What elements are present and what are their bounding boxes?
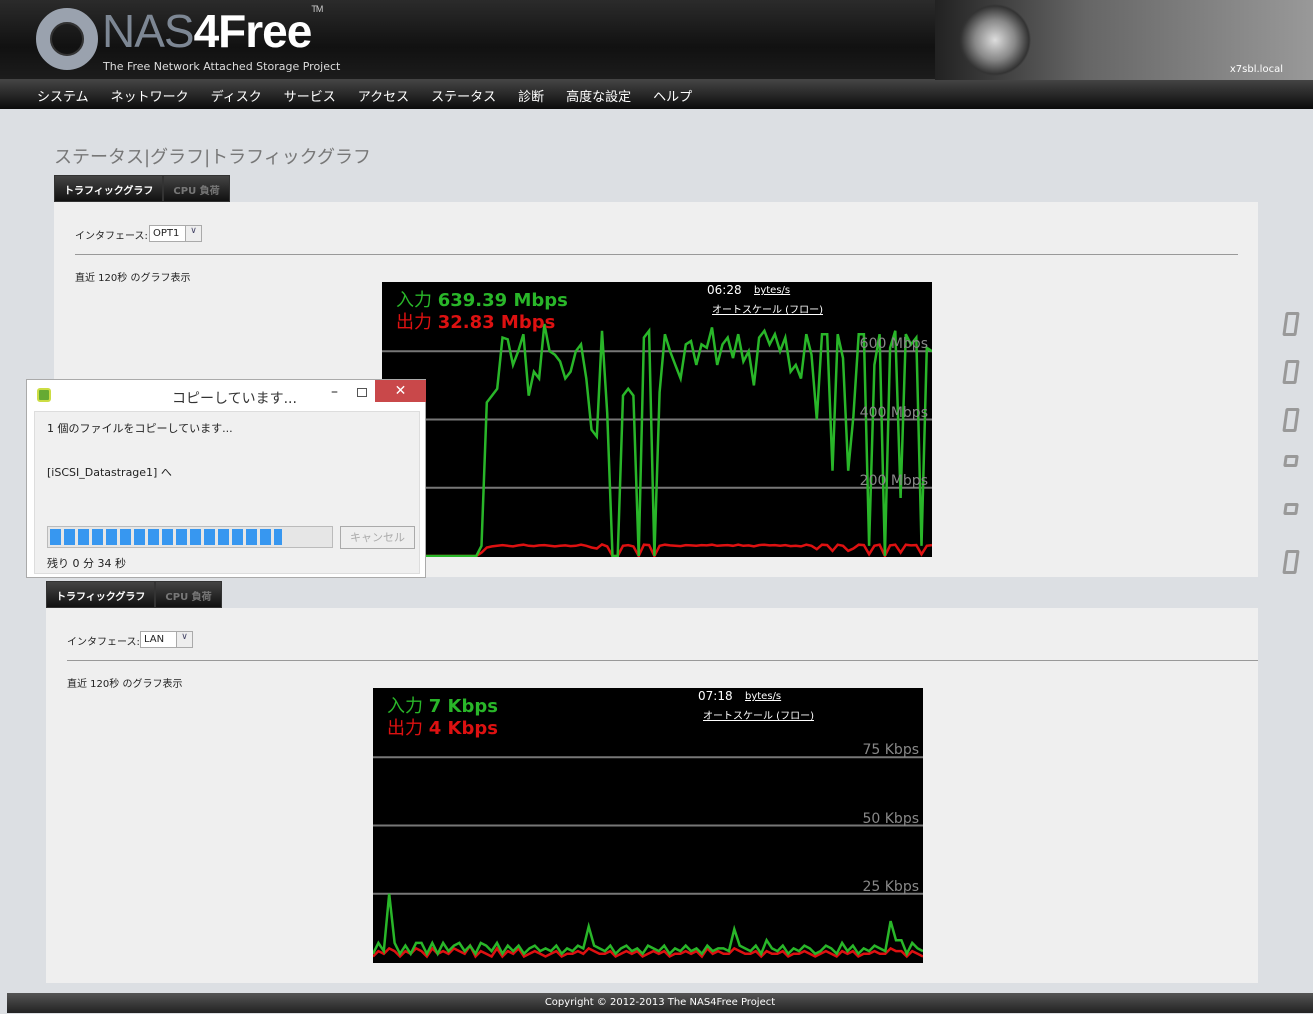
side-widget-icon[interactable] (1283, 503, 1299, 515)
graph-caption: 直近 120秒 のグラフ表示 (67, 679, 183, 690)
side-widget-icon[interactable] (1282, 360, 1300, 384)
graph-caption: 直近 120秒 のグラフ表示 (75, 273, 191, 284)
divider (75, 254, 1238, 255)
nav-status[interactable]: ステータス (420, 80, 507, 109)
copy-message: 1 個のファイルをコピーしています... (47, 422, 233, 435)
hostname: x7sbl.local (1229, 64, 1283, 75)
copy-app-icon (37, 388, 51, 402)
progress-fill (50, 529, 283, 545)
progress-bar (47, 526, 333, 548)
nav-system[interactable]: システム (26, 80, 100, 109)
interface-label: インタフェース: (75, 231, 148, 242)
footer: Copyright © 2012-2013 The NAS4Free Proje… (7, 993, 1313, 1013)
cancel-button[interactable]: キャンセル (340, 526, 415, 549)
nav-advanced[interactable]: 高度な設定 (555, 80, 642, 109)
tab-bar: トラフィックグラフ CPU 負荷 (54, 175, 230, 202)
logo-bold: 4Free (193, 5, 313, 57)
y-tick: 25 Kbps (862, 879, 919, 895)
interface-value: OPT1 (153, 228, 180, 239)
side-widget-icon[interactable] (1282, 550, 1300, 574)
copy-destination: [iSCSI_Datastrage1] へ (47, 466, 172, 479)
y-tick: 400 Mbps (859, 405, 928, 421)
autoscale-toggle[interactable]: オートスケール (フロー) (712, 301, 823, 316)
logo[interactable]: NAS4FreeTM (102, 4, 323, 58)
header: NAS4FreeTM The Free Network Attached Sto… (0, 0, 1313, 80)
interface-value: LAN (144, 634, 165, 645)
logo-icon (36, 8, 98, 70)
y-tick: 75 Kbps (862, 742, 919, 758)
minimize-button[interactable]: – (331, 384, 338, 400)
tab-traffic-graph[interactable]: トラフィックグラフ (54, 175, 164, 202)
y-tick: 50 Kbps (862, 811, 919, 827)
maximize-button[interactable] (357, 388, 367, 397)
time-remaining: 残り 0 分 34 秒 (47, 557, 126, 570)
legend-out-label: 出力 (387, 718, 423, 739)
tagline: The Free Network Attached Storage Projec… (103, 60, 341, 73)
nav-diagnostics[interactable]: 診断 (507, 80, 555, 109)
chevron-down-icon[interactable]: ∨ (176, 632, 192, 647)
copy-dialog: コピーしています... – ✕ 1 個のファイルをコピーしています... [iS… (26, 379, 426, 578)
side-widget-icon[interactable] (1283, 455, 1299, 467)
logo-tm: TM (311, 4, 323, 14)
unit-toggle[interactable]: bytes/s (745, 691, 781, 702)
autoscale-toggle[interactable]: オートスケール (フロー) (703, 707, 814, 722)
interface-select[interactable]: OPT1 ∨ (149, 225, 202, 242)
traffic-graph-opt1: 入力 639.39 Mbps 出力 32.83 Mbps 06:28 bytes… (382, 282, 932, 557)
tab-cpu-load[interactable]: CPU 負荷 (163, 175, 230, 202)
interface-label: インタフェース: (67, 637, 140, 648)
series-in-line (373, 893, 923, 957)
series-in-line (382, 323, 932, 557)
y-tick: 600 Mbps (859, 336, 928, 352)
divider (67, 660, 1258, 661)
chevron-down-icon[interactable]: ∨ (185, 226, 201, 241)
tab-bar-2: トラフィックグラフ CPU 負荷 (46, 581, 222, 608)
close-button[interactable]: ✕ (375, 380, 426, 402)
side-widget-icon[interactable] (1282, 312, 1300, 336)
graph-time: 06:28 (707, 283, 742, 297)
tab-cpu-load[interactable]: CPU 負荷 (155, 581, 222, 608)
nav-help[interactable]: ヘルプ (642, 80, 703, 109)
legend-out-value: 4 Kbps (428, 718, 498, 739)
legend-out-value: 32.83 Mbps (437, 312, 556, 333)
interface-select[interactable]: LAN ∨ (140, 631, 193, 648)
legend-out-label: 出力 (396, 312, 432, 333)
dialog-body: 1 個のファイルをコピーしています... [iSCSI_Datastrage1]… (34, 411, 420, 574)
nav-services[interactable]: サービス (273, 80, 347, 109)
nav-access[interactable]: アクセス (347, 80, 420, 109)
logo-main: NAS (102, 5, 195, 57)
unit-toggle[interactable]: bytes/s (754, 285, 790, 296)
series-out-line (382, 542, 932, 557)
y-tick: 200 Mbps (859, 473, 928, 489)
tab-traffic-graph[interactable]: トラフィックグラフ (46, 581, 156, 608)
side-widget-icon[interactable] (1282, 408, 1300, 432)
traffic-graph-lan: 入力 7 Kbps 出力 4 Kbps 07:18 bytes/s オートスケー… (373, 688, 923, 963)
nav-network[interactable]: ネットワーク (100, 80, 200, 109)
dialog-title: コピーしています... (172, 391, 297, 407)
graph-time: 07:18 (698, 689, 733, 703)
page-title: ステータス|グラフ|トラフィックグラフ (54, 147, 372, 168)
main-nav: システム ネットワーク ディスク サービス アクセス ステータス 診断 高度な設… (0, 80, 1313, 109)
nav-disks[interactable]: ディスク (200, 80, 273, 109)
